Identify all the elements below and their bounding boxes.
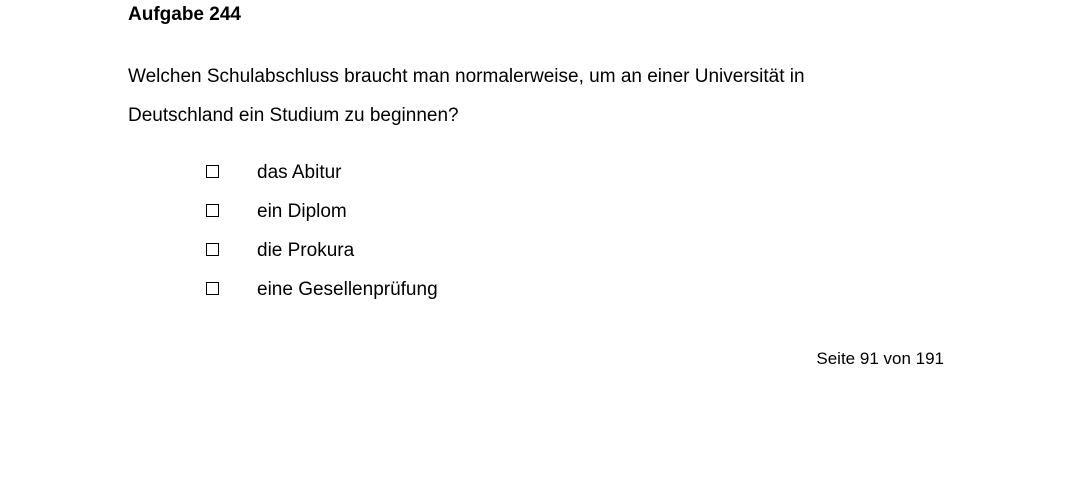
answer-option-1[interactable]: das Abitur: [206, 153, 806, 192]
answer-option-4[interactable]: eine Gesellenprüfung: [206, 270, 806, 309]
answer-option-label: die Prokura: [257, 239, 355, 261]
question-line-2: Deutschland ein Studium zu beginnen?: [128, 105, 459, 126]
checkbox-icon[interactable]: [206, 282, 219, 295]
answer-option-label: das Abitur: [257, 161, 342, 183]
checkbox-icon[interactable]: [206, 165, 219, 178]
question-line-1: Welchen Schulabschluss braucht man norma…: [128, 66, 805, 87]
answer-option-3[interactable]: die Prokura: [206, 231, 806, 270]
page-number: Seite 91 von 191: [816, 349, 944, 368]
task-title: Aufgabe 244: [128, 4, 241, 25]
checkbox-icon[interactable]: [206, 243, 219, 256]
question-text: Welchen Schulabschluss braucht man norma…: [128, 57, 888, 135]
checkbox-icon[interactable]: [206, 204, 219, 217]
answer-options: das Abitur ein Diplom die Prokura eine G…: [206, 153, 806, 309]
answer-option-label: ein Diplom: [257, 200, 347, 222]
answer-option-label: eine Gesellenprüfung: [257, 278, 438, 300]
answer-option-2[interactable]: ein Diplom: [206, 192, 806, 231]
